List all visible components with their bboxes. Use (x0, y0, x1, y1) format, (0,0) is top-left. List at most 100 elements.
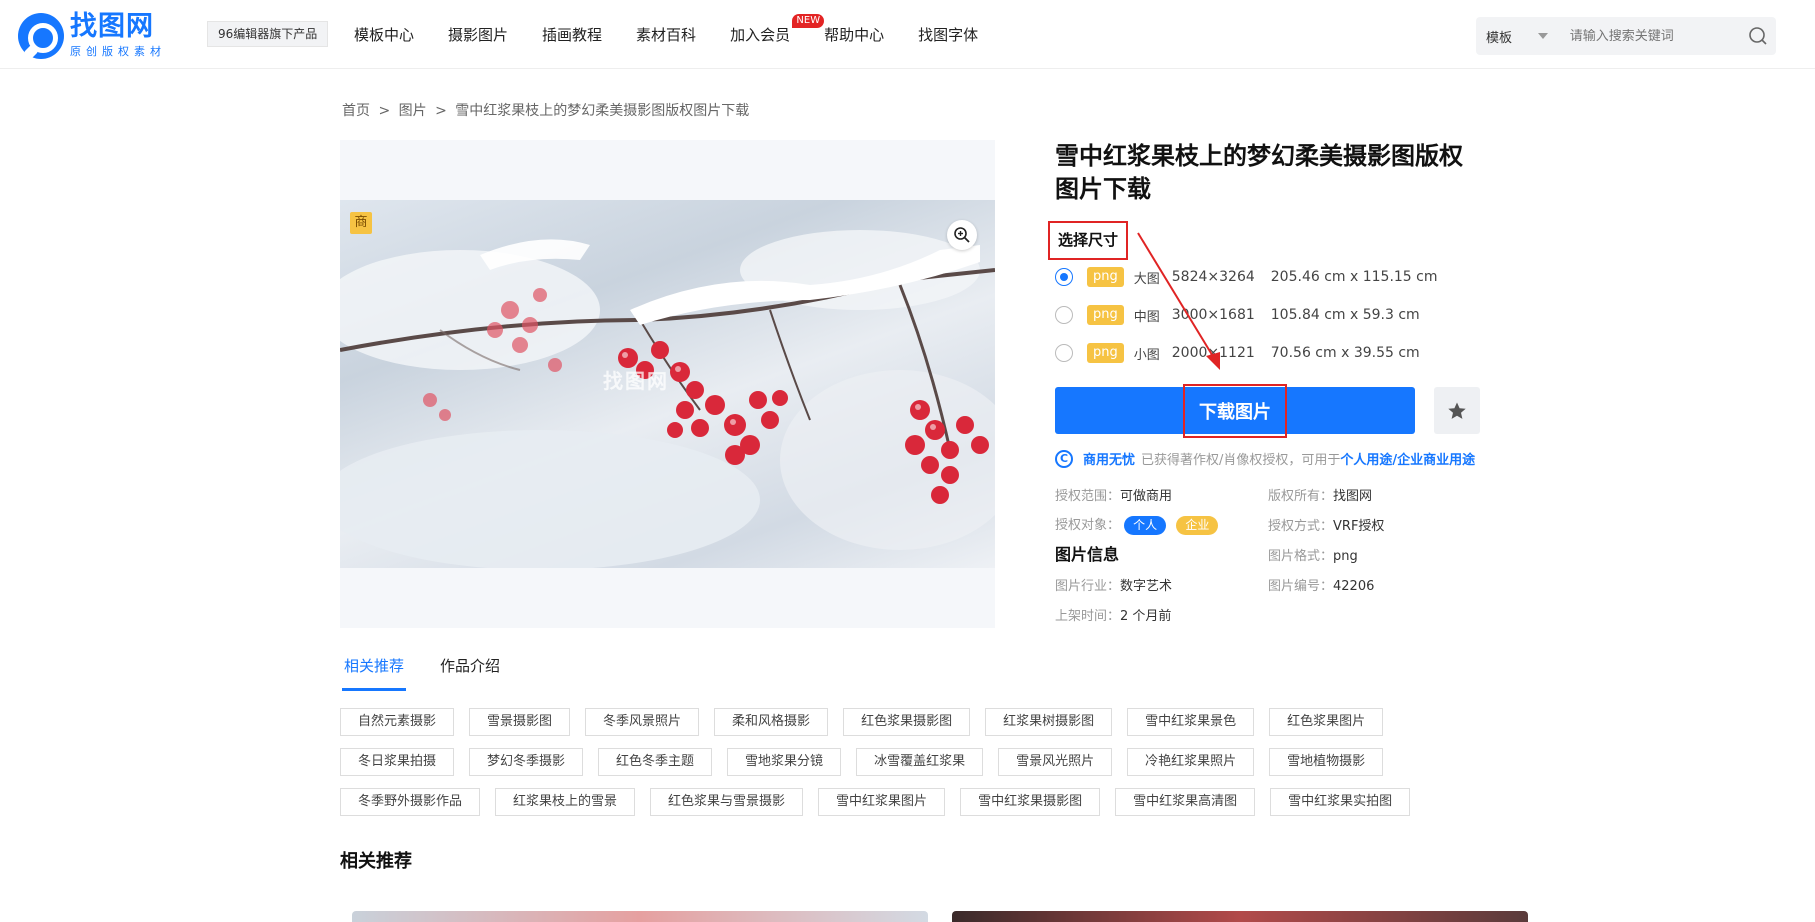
keyword-tag[interactable]: 冬季野外摄影作品 (340, 788, 481, 816)
keyword-tag[interactable]: 冬季风景照片 (585, 708, 700, 736)
logo-icon (18, 12, 64, 59)
keyword-tags: 自然元素摄影 雪景摄影图 冬季风景照片 柔和风格摄影 红色浆果摄影图 红浆果树摄… (340, 708, 1490, 828)
nav-item-tutorials[interactable]: 插画教程 (542, 23, 602, 47)
format-badge: png (1087, 267, 1124, 287)
nav-item-membership-label: 加入会员 (730, 26, 791, 44)
annotation-arrow (1137, 232, 1220, 370)
breadcrumb-images[interactable]: 图片 (399, 103, 427, 119)
download-button[interactable]: 下载图片 (1055, 383, 1415, 438)
radio-button[interactable] (1055, 344, 1073, 362)
size-cm: 70.56 cm x 39.55 cm (1270, 345, 1420, 361)
download-label: 下载图片 (1183, 383, 1287, 438)
keyword-tag[interactable]: 雪地浆果分镜 (727, 748, 842, 776)
favorite-button[interactable] (1434, 387, 1480, 434)
meta-value: 数字艺术 (1120, 579, 1173, 594)
site-logo[interactable]: 找图网 原创版权素材 (18, 12, 166, 59)
keyword-tag[interactable]: 红色浆果摄影图 (843, 708, 971, 736)
nav-item-help[interactable]: 帮助中心 (824, 23, 884, 47)
keyword-tag[interactable]: 红浆果枝上的雪景 (495, 788, 636, 816)
keyword-row: 冬日浆果拍摄 梦幻冬季摄影 红色冬季主题 雪地浆果分镜 冰雪覆盖红浆果 雪景风光… (340, 748, 1490, 776)
keyword-tag[interactable]: 冷艳红浆果照片 (1127, 748, 1255, 776)
breadcrumb-separator: > (378, 103, 391, 119)
size-label: 选择尺寸 (1048, 221, 1129, 260)
watermark: 找图网 (603, 369, 669, 393)
breadcrumb-separator: > (435, 103, 447, 119)
nav-item-membership[interactable]: 加入会员 NEW (730, 14, 825, 47)
breadcrumb: 首页 > 图片 > 雪中红浆果枝上的梦幻柔美摄影图版权图片下载 (342, 100, 753, 120)
breadcrumb-home[interactable]: 首页 (342, 103, 370, 119)
size-cm: 105.84 cm x 59.3 cm (1270, 307, 1420, 323)
nav-item-templates[interactable]: 模板中心 (354, 23, 414, 47)
info-title: 图片信息 (1055, 545, 1120, 564)
meta-value: VRF授权 (1333, 519, 1385, 534)
tab-description[interactable]: 作品介绍 (440, 655, 500, 691)
keyword-row: 自然元素摄影 雪景摄影图 冬季风景照片 柔和风格摄影 红色浆果摄影图 红浆果树摄… (340, 708, 1490, 736)
search-icon[interactable] (1740, 26, 1776, 46)
meta-number: 图片编号：42206 (1268, 575, 1374, 594)
breadcrumb-current: 雪中红浆果枝上的梦幻柔美摄影图版权图片下载 (455, 103, 750, 119)
main-nav: 模板中心 摄影图片 插画教程 素材百科 加入会员 NEW 帮助中心 找图字体 (354, 14, 1012, 47)
zoom-in-icon[interactable] (947, 220, 977, 250)
top-header: 找图网 原创版权素材 96编辑器旗下产品 模板中心 摄影图片 插画教程 素材百科… (0, 0, 1815, 69)
nav-item-photos[interactable]: 摄影图片 (448, 23, 508, 47)
keyword-tag[interactable]: 柔和风格摄影 (714, 708, 829, 736)
meta-label: 授权范围： (1055, 489, 1121, 504)
meta-industry: 图片行业：数字艺术 (1055, 575, 1172, 594)
keyword-tag[interactable]: 雪中红浆果高清图 (1115, 788, 1256, 816)
keyword-tag[interactable]: 雪地植物摄影 (1269, 748, 1384, 776)
search-input[interactable] (1559, 28, 1740, 44)
license-link[interactable]: 个人用途/企业商业用途 (1340, 449, 1475, 468)
related-thumbnail[interactable] (352, 911, 928, 922)
search-type-label: 模板 (1486, 30, 1513, 46)
meta-time: 上架时间：2 个月前 (1055, 605, 1171, 624)
nav-item-encyclopedia[interactable]: 素材百科 (636, 23, 696, 47)
nav-item-fonts[interactable]: 找图字体 (918, 23, 978, 47)
preview-photo[interactable]: 商 找图网 (340, 200, 995, 568)
format-badge: png (1087, 343, 1124, 363)
meta-label: 上架时间： (1055, 609, 1121, 624)
keyword-tag[interactable]: 冬日浆果拍摄 (340, 748, 455, 776)
meta-format: 图片格式：png (1268, 545, 1358, 564)
keyword-tag[interactable]: 雪景摄影图 (469, 708, 571, 736)
license-text: 已获得著作权/肖像权授权，可用于 (1141, 453, 1341, 468)
license-strong: 商用无忧 (1083, 453, 1136, 468)
meta-label: 图片格式： (1268, 549, 1334, 564)
radio-button[interactable] (1055, 306, 1073, 324)
keyword-tag[interactable]: 梦幻冬季摄影 (469, 748, 584, 776)
keyword-tag[interactable]: 雪中红浆果图片 (818, 788, 946, 816)
keyword-tag[interactable]: 雪中红浆果实拍图 (1270, 788, 1411, 816)
keyword-tag[interactable]: 红色浆果与雪景摄影 (650, 788, 804, 816)
keyword-tag[interactable]: 雪中红浆果摄影图 (960, 788, 1101, 816)
keyword-tag[interactable]: 红浆果树摄影图 (985, 708, 1113, 736)
meta-label: 授权方式： (1268, 519, 1334, 534)
meta-value: 找图网 (1333, 489, 1373, 504)
keyword-tag[interactable]: 红色冬季主题 (598, 748, 713, 776)
meta-owner: 版权所有：找图网 (1268, 485, 1372, 504)
tab-related[interactable]: 相关推荐 (342, 655, 407, 691)
commercial-badge: 商 (350, 212, 372, 234)
keyword-tag[interactable]: 雪景风光照片 (998, 748, 1113, 776)
keyword-tag[interactable]: 自然元素摄影 (340, 708, 455, 736)
search-bar: 模板 (1476, 17, 1776, 55)
radio-button[interactable] (1055, 268, 1073, 286)
meta-label: 版权所有： (1268, 489, 1334, 504)
related-thumbnail[interactable] (952, 911, 1528, 922)
meta-method: 授权方式：VRF授权 (1268, 515, 1384, 534)
meta-label: 图片编号： (1268, 579, 1334, 594)
meta-value: 42206 (1333, 579, 1375, 594)
keyword-tag[interactable]: 红色浆果图片 (1269, 708, 1384, 736)
meta-object: 授权对象： 个人 企业 (1055, 514, 1224, 535)
star-icon (1448, 402, 1466, 419)
meta-label: 图片行业： (1055, 579, 1121, 594)
keyword-tag[interactable]: 冰雪覆盖红浆果 (856, 748, 984, 776)
copyright-icon: C (1055, 449, 1073, 468)
chip-enterprise: 企业 (1176, 516, 1219, 535)
search-type-select[interactable]: 模板 (1476, 27, 1560, 46)
format-badge: png (1087, 305, 1124, 325)
content-tabs: 相关推荐 作品介绍 (342, 655, 534, 691)
size-option-large[interactable]: png 大图 5824×3264 205.46 cm x 115.15 cm (1055, 267, 1438, 287)
product-tag[interactable]: 96编辑器旗下产品 (207, 21, 329, 47)
keyword-tag[interactable]: 雪中红浆果景色 (1127, 708, 1255, 736)
keyword-row: 冬季野外摄影作品 红浆果枝上的雪景 红色浆果与雪景摄影 雪中红浆果图片 雪中红浆… (340, 788, 1490, 816)
page-title: 雪中红浆果枝上的梦幻柔美摄影图版权图片下载 (1055, 142, 1463, 203)
